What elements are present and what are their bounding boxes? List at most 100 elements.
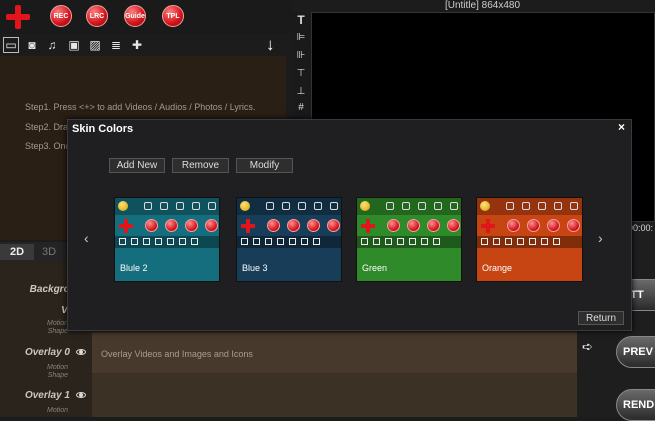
mini-toolbar-icon — [402, 202, 410, 210]
download-arrow-icon[interactable]: ↓ — [266, 35, 275, 55]
chevron-right-icon[interactable]: › — [598, 230, 603, 246]
mini-toolbar-icon — [570, 202, 578, 210]
track-overlay0-motion: Motion — [46, 364, 68, 371]
mini-media-icon — [131, 238, 138, 245]
plus-icon — [119, 219, 133, 233]
align-top-icon[interactable]: ⊤ — [295, 68, 307, 80]
storyboard-icon[interactable]: ▭ — [3, 37, 19, 53]
tpl-button[interactable]: TPL — [162, 5, 184, 27]
align-bottom-icon[interactable]: ⊥ — [295, 86, 307, 98]
mini-red-button-icon — [327, 219, 340, 232]
mini-red-button-icon — [145, 219, 158, 232]
text-tool-icon[interactable]: T — [295, 14, 307, 26]
close-icon[interactable]: × — [618, 120, 625, 134]
mini-media-icon — [373, 238, 380, 245]
modify-button[interactable]: Modify — [236, 158, 293, 173]
app-logo-icon — [360, 201, 370, 211]
mini-red-button-icon — [307, 219, 320, 232]
lrc-button[interactable]: LRC — [86, 5, 108, 27]
track-overlay0-shape: Shape — [47, 372, 68, 379]
skin-thumbnail[interactable]: Blue 3 — [236, 197, 342, 282]
mini-red-button-icon — [507, 219, 520, 232]
mini-red-button-icon — [205, 219, 218, 232]
mini-media-icon — [481, 238, 488, 245]
mini-toolbar-icon — [314, 202, 322, 210]
mini-toolbar-icon — [522, 202, 530, 210]
mini-toolbar-icon — [450, 202, 458, 210]
mini-media-icon — [191, 238, 198, 245]
mini-media-icon — [253, 238, 260, 245]
media-type-bar — [0, 36, 292, 56]
add-new-button[interactable]: Add New — [109, 158, 165, 173]
mini-red-button-icon — [407, 219, 420, 232]
skin-name: Green — [362, 263, 388, 273]
mini-toolbar-icon — [538, 202, 546, 210]
render-button[interactable]: REND — [616, 389, 655, 421]
app-logo-icon — [118, 201, 128, 211]
mini-media-icon — [397, 238, 404, 245]
overlay0-visibility-eye-icon[interactable] — [76, 349, 86, 355]
mini-toolbar-icon — [266, 202, 274, 210]
mini-toolbar-icon — [506, 202, 514, 210]
add-media-plus-icon[interactable] — [5, 4, 31, 30]
align-left-icon[interactable]: ⊫ — [295, 32, 307, 44]
step3-text: Step3. Onc — [25, 141, 71, 151]
right-arrow-icon[interactable]: ➪ — [582, 339, 593, 355]
mini-toolbar-icon — [386, 202, 394, 210]
skin-thumbnail[interactable]: Orange — [476, 197, 583, 282]
remove-button[interactable]: Remove — [172, 158, 229, 173]
mini-media-icon — [301, 238, 308, 245]
tab-2d[interactable]: 2D — [0, 244, 34, 260]
mini-red-button-icon — [527, 219, 540, 232]
step1-text: Step1. Press <+> to add Videos / Audios … — [25, 102, 256, 112]
mini-toolbar-icon — [298, 202, 306, 210]
mini-media-icon — [553, 238, 560, 245]
mini-media-icon — [289, 238, 296, 245]
plus-icon — [241, 219, 255, 233]
mini-red-button-icon — [287, 219, 300, 232]
mini-media-icon — [361, 238, 368, 245]
align-right-icon[interactable]: ⊪ — [295, 50, 307, 62]
step2-text: Step2. Dra — [25, 122, 69, 132]
skin-name: Blule 2 — [120, 263, 148, 273]
tab-3d[interactable]: 3D — [36, 244, 62, 260]
mini-red-button-icon — [547, 219, 560, 232]
track-overlay0-label: Overlay 0 — [24, 347, 70, 358]
mini-toolbar-icon — [282, 202, 290, 210]
image-icon[interactable]: ▨ — [88, 38, 102, 52]
guide-button[interactable]: Guide — [124, 5, 146, 27]
preview-button[interactable]: PREV — [616, 336, 655, 368]
skin-thumbnail[interactable]: Green — [356, 197, 462, 282]
mini-media-icon — [277, 238, 284, 245]
mini-toolbar-icon — [208, 202, 216, 210]
lyrics-icon[interactable]: ≣ — [109, 38, 123, 52]
mini-toolbar-icon — [160, 202, 168, 210]
skin-name: Blue 3 — [242, 263, 268, 273]
skin-name: Orange — [482, 263, 513, 273]
camera-icon[interactable]: ◙ — [25, 38, 39, 52]
track-video-shape: Shape — [47, 328, 68, 335]
skin-thumbnail[interactable]: Blule 2 — [114, 197, 220, 282]
dialog-title: Skin Colors — [72, 123, 134, 135]
top-toolbar — [0, 0, 292, 34]
return-button[interactable]: Return — [578, 311, 624, 325]
mini-toolbar-icon — [330, 202, 338, 210]
mini-media-icon — [541, 238, 548, 245]
mini-media-icon — [493, 238, 500, 245]
mini-red-button-icon — [165, 219, 178, 232]
mini-media-icon — [517, 238, 524, 245]
grid-icon[interactable]: # — [295, 102, 307, 114]
puzzle-icon[interactable]: ✚ — [130, 38, 144, 52]
track-overlay1-motion: Motion — [46, 407, 68, 414]
mini-toolbar-icon — [144, 202, 152, 210]
plus-icon — [481, 219, 495, 233]
mini-media-icon — [167, 238, 174, 245]
mini-media-icon — [143, 238, 150, 245]
film-icon[interactable]: ▣ — [67, 38, 81, 52]
music-icon[interactable]: ♫ — [45, 38, 59, 52]
overlay1-visibility-eye-icon[interactable] — [76, 392, 86, 398]
chevron-left-icon[interactable]: ‹ — [84, 230, 89, 246]
overlay-track-hint: Overlay Videos and Images and Icons — [101, 349, 253, 359]
track-overlay1-label: Overlay 1 — [24, 390, 70, 401]
rec-button[interactable]: REC — [50, 5, 72, 27]
